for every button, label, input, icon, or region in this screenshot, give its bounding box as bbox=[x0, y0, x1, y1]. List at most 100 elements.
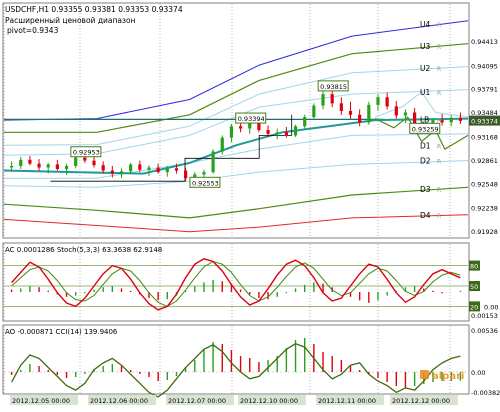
level-prefix-label: R bbox=[437, 66, 441, 73]
price-tick-label: 0.92861 bbox=[471, 157, 498, 165]
candle-body bbox=[119, 171, 124, 174]
date-axis-label: 2012.12.12 00:00 bbox=[392, 397, 450, 405]
level-label: D1 bbox=[420, 141, 431, 150]
candle-body bbox=[238, 126, 243, 129]
level-label: U2 bbox=[420, 64, 430, 73]
candle-body bbox=[37, 163, 41, 168]
candle-body bbox=[101, 165, 105, 171]
candle-body bbox=[229, 126, 234, 138]
candle-body bbox=[385, 97, 389, 107]
chart-canvas: 0.944130.940950.937910.934840.931680.928… bbox=[0, 0, 500, 408]
candle-body bbox=[138, 164, 142, 170]
level-prefix-label: R bbox=[437, 117, 441, 124]
mt4-chart-window: 0.94413 0.94095 0.93791 0.93484 0.93168 0.928… bbox=[0, 0, 500, 408]
level-label: D2 bbox=[420, 157, 431, 166]
alpari-logo-text: alpari bbox=[432, 371, 464, 382]
date-axis-label: 2012.12.05 00:00 bbox=[12, 397, 70, 405]
level-prefix-label: R bbox=[437, 143, 441, 150]
ac-stoch-pane-frame bbox=[2, 242, 470, 322]
price-tick-label: 0.94413 bbox=[471, 38, 498, 46]
ao-axis-label: -0.00382 bbox=[471, 389, 500, 397]
ac-axis-label: 0.00 bbox=[484, 303, 498, 311]
candle-body bbox=[28, 159, 32, 164]
price-annotation-label: 0.93394 bbox=[238, 115, 265, 123]
level-prefix-label: R bbox=[437, 213, 441, 220]
candle-body bbox=[312, 105, 316, 118]
candle-body bbox=[266, 130, 270, 134]
candle-body bbox=[19, 159, 23, 166]
candle-body bbox=[174, 168, 179, 171]
ao-axis-label: 0.00 bbox=[471, 369, 485, 377]
candle-body bbox=[339, 103, 343, 111]
level-prefix-label: R bbox=[437, 159, 441, 166]
ao-cci-title: AO -0.000871 CCI(14) 139.9406 bbox=[5, 328, 118, 336]
price-tick-label: 0.93791 bbox=[471, 86, 498, 94]
level-prefix-label: R bbox=[437, 187, 441, 194]
candle-body bbox=[458, 117, 463, 121]
price-annotation-label: 0.93815 bbox=[320, 83, 347, 91]
level-label: LB bbox=[420, 115, 429, 124]
indicator-subtitle: Расширенный ценовой диапазон bbox=[5, 16, 136, 25]
date-axis-label: 2012.12.10 00:00 bbox=[240, 397, 298, 405]
candle-body bbox=[321, 94, 325, 106]
candle-body bbox=[129, 164, 133, 172]
level-label: U3 bbox=[420, 42, 430, 51]
candle-body bbox=[376, 97, 380, 105]
stoch-level-label: 80 bbox=[470, 263, 478, 271]
candle-body bbox=[284, 132, 288, 136]
date-axis-label: 2012.12.07 00:00 bbox=[168, 397, 226, 405]
stoch-level-label: 50 bbox=[470, 283, 478, 291]
price-annotation-label: 0.93259 bbox=[412, 125, 439, 133]
price-tick-label: 0.92238 bbox=[471, 204, 498, 212]
price-tick-label: 0.94095 bbox=[471, 62, 498, 70]
time-axis: 2012.12.05 00:00 2012.12.06 00:00 2012.12.… bbox=[10, 395, 458, 405]
candle-body bbox=[220, 137, 224, 152]
candle-body bbox=[147, 167, 151, 170]
ac-stoch-title: AC 0.0001286 Stoch(5,3,3) 63.3638 62.914… bbox=[5, 246, 162, 254]
candle-body bbox=[394, 106, 398, 116]
ao-axis-label: 0.00536 bbox=[471, 327, 498, 335]
level-label: U4 bbox=[420, 20, 430, 29]
level-label: D4 bbox=[420, 211, 431, 220]
price-annotation-label: 0.92553 bbox=[192, 179, 219, 187]
candle-body bbox=[165, 168, 169, 173]
date-axis-label: 2012.12.11 00:00 bbox=[318, 397, 376, 405]
level-prefix-label: R bbox=[437, 44, 441, 51]
candle-body bbox=[367, 104, 371, 123]
candle-body bbox=[358, 114, 362, 123]
pivot-label: pivot=0.9343 bbox=[7, 26, 59, 35]
candle-body bbox=[46, 164, 50, 168]
candle-body bbox=[293, 126, 298, 136]
candle-body bbox=[55, 164, 59, 170]
candle-body bbox=[64, 165, 69, 170]
ac-axis-label: 0.00153 bbox=[471, 312, 498, 320]
level-prefix-label: R bbox=[437, 22, 441, 29]
candle-body bbox=[330, 94, 334, 104]
candle-body bbox=[202, 172, 206, 175]
candle-body bbox=[275, 132, 279, 134]
candle-body bbox=[92, 160, 96, 166]
candle-body bbox=[348, 110, 353, 115]
level-label: D3 bbox=[420, 185, 431, 194]
level-label: U1 bbox=[420, 88, 430, 97]
date-axis-label: 2012.12.06 00:00 bbox=[90, 397, 148, 405]
candle-body bbox=[184, 170, 188, 179]
stoch-level-label: 20 bbox=[470, 303, 478, 311]
candle-body bbox=[83, 157, 87, 161]
price-tick-label: 0.93168 bbox=[471, 133, 498, 141]
level-prefix-label: R bbox=[437, 90, 441, 97]
price-tick-label: 0.92548 bbox=[471, 181, 498, 189]
chart-symbol-header: USDCHF,H1 0.93355 0.93381 0.93353 0.9337… bbox=[5, 5, 183, 14]
candle-body bbox=[403, 112, 408, 116]
candle-body bbox=[211, 151, 215, 173]
candle-body bbox=[110, 170, 114, 174]
price-annotation-label: 0.92953 bbox=[73, 149, 100, 157]
current-price-label: 0.93374 bbox=[471, 118, 498, 126]
candle-body bbox=[449, 117, 453, 123]
candle-body bbox=[9, 165, 14, 168]
candle-body bbox=[74, 157, 78, 166]
candle-body bbox=[257, 122, 261, 131]
price-tick-label: 0.91928 bbox=[471, 228, 498, 236]
candle-body bbox=[156, 167, 160, 173]
candle-body bbox=[303, 117, 307, 127]
